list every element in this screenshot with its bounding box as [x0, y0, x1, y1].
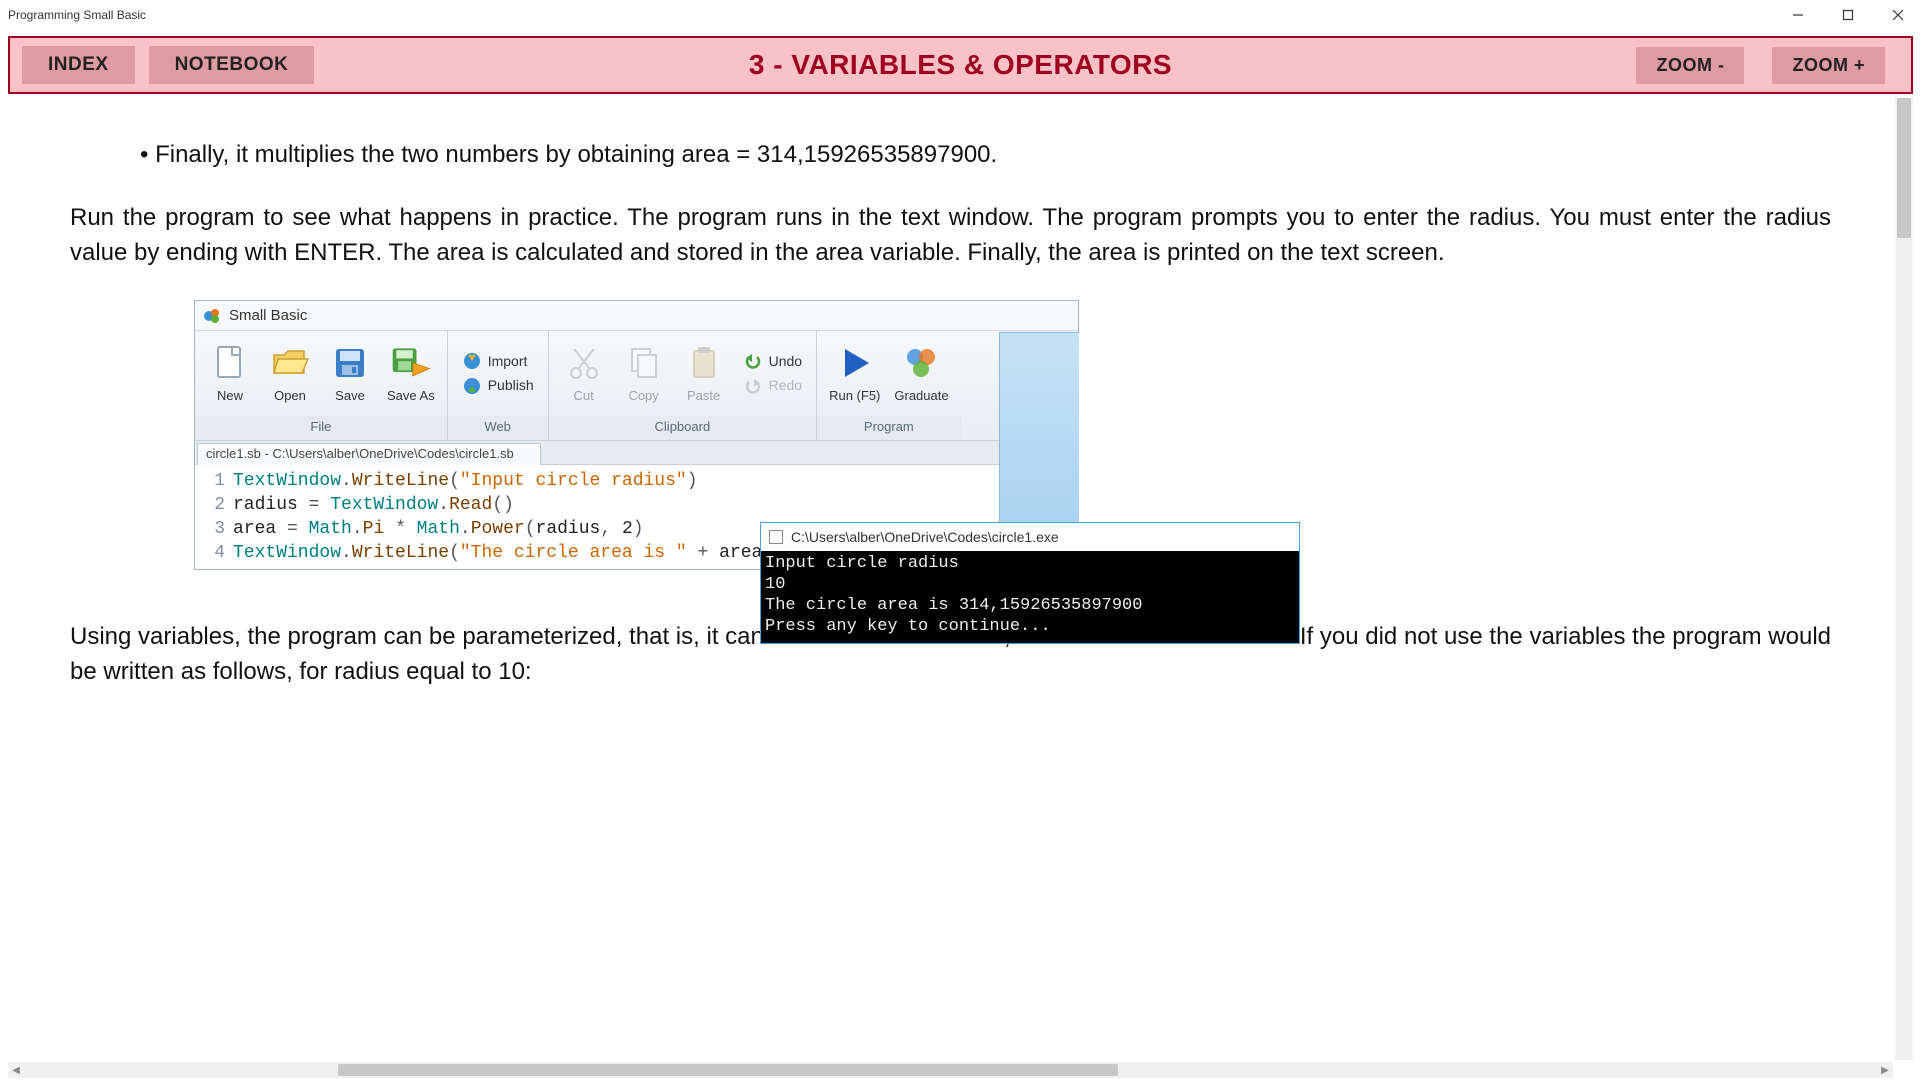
line-number: 2 [195, 493, 233, 517]
ribbon-undo-button[interactable]: Undo [743, 351, 802, 371]
minimize-button[interactable] [1775, 0, 1821, 30]
ribbon-label: Open [274, 387, 306, 406]
ribbon-saveas-button[interactable]: Save As [381, 339, 441, 408]
run-play-icon [833, 341, 877, 385]
ribbon-group-clipboard: Cut Copy [549, 331, 817, 440]
graduate-icon [899, 341, 943, 385]
zoom-out-button[interactable]: ZOOM - [1636, 47, 1744, 84]
horizontal-scrollbar[interactable]: ◀ ▶ [8, 1062, 1893, 1078]
content-viewport[interactable]: Finally, it multiplies the two numbers b… [8, 98, 1893, 1060]
ribbon-group-label: Web [448, 416, 548, 441]
ribbon-group-label: Clipboard [549, 416, 816, 441]
ribbon-paste-button[interactable]: Paste [675, 339, 733, 408]
zoom-in-button[interactable]: ZOOM + [1772, 47, 1885, 84]
ribbon-run-button[interactable]: Run (F5) [823, 339, 886, 408]
close-button[interactable] [1875, 0, 1921, 30]
smallbasic-logo-icon [203, 307, 221, 325]
ribbon-label: Paste [687, 387, 720, 406]
ribbon-label: Graduate [894, 387, 948, 406]
scrollbar-thumb[interactable] [338, 1064, 1118, 1076]
paragraph: Run the program to see what happens in p… [70, 201, 1831, 271]
save-as-icon [389, 341, 433, 385]
save-disk-icon [328, 341, 372, 385]
bullet-item: Finally, it multiplies the two numbers b… [140, 138, 1831, 173]
ribbon-group-web: Import Publish Web [448, 331, 549, 440]
console-output: Input circle radius 10 The circle area i… [761, 551, 1299, 643]
new-file-icon [208, 341, 252, 385]
ribbon-label: Undo [769, 351, 802, 371]
ribbon-label: Save [335, 387, 365, 406]
notebook-button[interactable]: NOTEBOOK [149, 46, 315, 84]
copy-icon [622, 341, 666, 385]
ribbon-import-button[interactable]: Import [462, 351, 534, 371]
console-window: C:\Users\alber\OneDrive\Codes\circle1.ex… [760, 522, 1300, 644]
editor-tab-label: circle1.sb - C:\Users\alber\OneDrive\Cod… [206, 445, 514, 464]
ribbon-open-button[interactable]: Open [261, 339, 319, 408]
smallbasic-tabbar: circle1.sb - C:\Users\alber\OneDrive\Cod… [195, 441, 1078, 465]
ribbon-new-button[interactable]: New [201, 339, 259, 408]
scroll-left-arrow-icon[interactable]: ◀ [8, 1062, 24, 1078]
window-controls [1775, 0, 1921, 30]
ribbon-group-label: Program [817, 416, 961, 441]
scrollbar-thumb[interactable] [1897, 98, 1911, 238]
ribbon-label: New [217, 387, 243, 406]
ribbon-redo-button[interactable]: Redo [743, 375, 802, 395]
ribbon-label: Run (F5) [829, 387, 880, 406]
ribbon-label: Cut [574, 387, 594, 406]
ribbon-cut-button[interactable]: Cut [555, 339, 613, 408]
ribbon-group-label: File [195, 416, 447, 441]
ribbon-label: Copy [628, 387, 658, 406]
scroll-right-arrow-icon[interactable]: ▶ [1877, 1062, 1893, 1078]
undo-arrow-icon [743, 351, 763, 371]
page-content: Finally, it multiplies the two numbers b… [8, 98, 1893, 690]
line-number: 1 [195, 469, 233, 493]
ribbon-save-button[interactable]: Save [321, 339, 379, 408]
line-number: 3 [195, 517, 233, 541]
smallbasic-titlebar: Small Basic [195, 301, 1078, 331]
publish-icon [462, 376, 482, 396]
main-toolbar: INDEX NOTEBOOK 3 - VARIABLES & OPERATORS… [8, 36, 1913, 94]
ribbon-label: Redo [769, 375, 802, 395]
line-number: 4 [195, 541, 233, 565]
console-app-icon [769, 530, 783, 544]
code-line: 2 radius = TextWindow.Read() [195, 493, 1078, 517]
ribbon-copy-button[interactable]: Copy [615, 339, 673, 408]
cut-scissors-icon [562, 341, 606, 385]
window-title: Programming Small Basic [8, 8, 146, 22]
paste-clipboard-icon [682, 341, 726, 385]
maximize-button[interactable] [1825, 0, 1871, 30]
editor-tab[interactable]: circle1.sb - C:\Users\alber\OneDrive\Cod… [197, 443, 541, 465]
ribbon-label: Publish [488, 375, 534, 395]
vertical-scrollbar[interactable] [1895, 98, 1913, 1060]
open-folder-icon [268, 341, 312, 385]
import-icon [462, 351, 482, 371]
console-titlebar: C:\Users\alber\OneDrive\Codes\circle1.ex… [761, 523, 1299, 551]
smallbasic-figure: Small Basic New [194, 300, 1304, 570]
os-titlebar: Programming Small Basic [0, 0, 1921, 30]
index-button[interactable]: INDEX [22, 46, 135, 84]
ribbon-publish-button[interactable]: Publish [462, 375, 534, 395]
ribbon-graduate-button[interactable]: Graduate [888, 339, 954, 408]
ribbon-group-program: Run (F5) Graduate Program [817, 331, 961, 440]
ribbon-group-file: New Open [195, 331, 448, 440]
redo-arrow-icon [743, 376, 763, 396]
smallbasic-app-title: Small Basic [229, 305, 307, 327]
ribbon-label: Import [488, 351, 528, 371]
console-title-text: C:\Users\alber\OneDrive\Codes\circle1.ex… [791, 527, 1059, 547]
code-line: 1 TextWindow.WriteLine("Input circle rad… [195, 469, 1078, 493]
ribbon-label: Save As [387, 387, 435, 406]
smallbasic-ribbon: New Open [195, 331, 1078, 441]
